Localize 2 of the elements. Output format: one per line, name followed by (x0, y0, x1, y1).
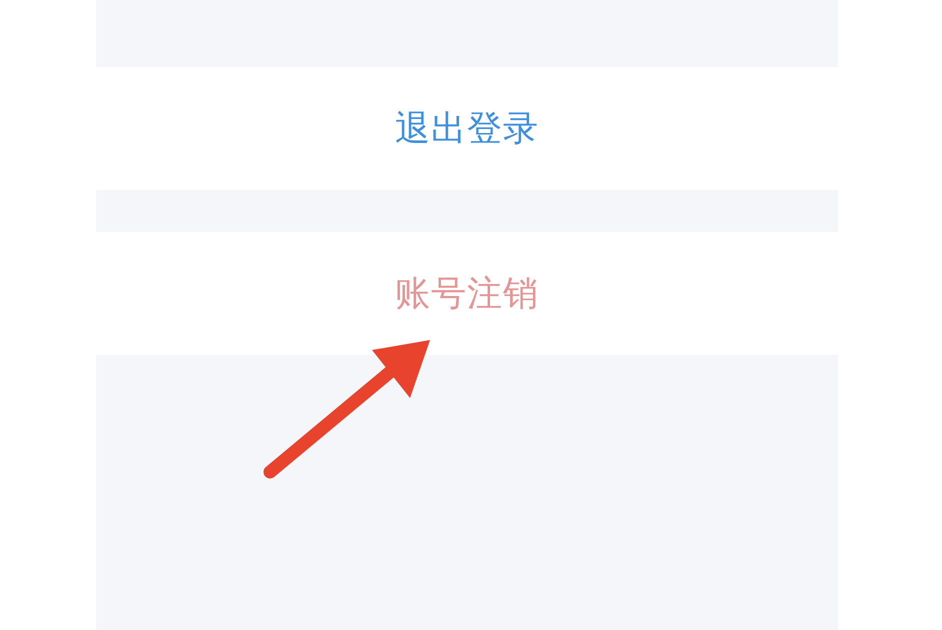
action-button[interactable]: 退出登录 (387, 101, 547, 156)
action-button[interactable]: 账号注销 (387, 266, 547, 321)
